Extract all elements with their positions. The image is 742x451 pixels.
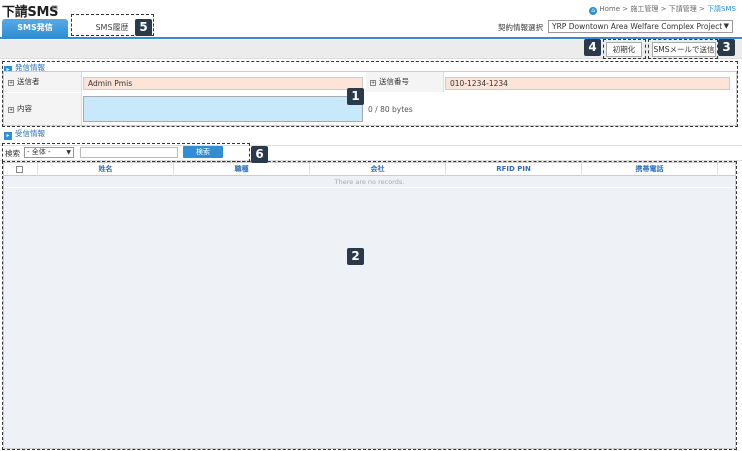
col-name[interactable]: 姓名 bbox=[38, 163, 174, 176]
badge-5: 5 bbox=[135, 19, 152, 36]
contract-select-label: 契約情報選択 bbox=[498, 23, 543, 32]
search-button[interactable]: 検索 bbox=[183, 146, 223, 158]
col-rfid[interactable]: RFID PIN bbox=[446, 163, 582, 176]
tab-sms-send[interactable]: SMS発信 bbox=[2, 19, 68, 37]
breadcrumb-current: 下請SMS bbox=[707, 5, 736, 13]
row-divider bbox=[4, 187, 735, 188]
send-sms-button[interactable]: SMSメールで送信 bbox=[652, 42, 716, 57]
contract-select[interactable]: YRP Downtown Area Welfare Complex Projec… bbox=[548, 20, 733, 33]
chevron-down-icon: ▼ bbox=[66, 149, 71, 156]
external-link-icon[interactable]: ⧉ bbox=[52, 3, 58, 13]
badge-2: 2 bbox=[347, 248, 364, 265]
col-job[interactable]: 職種 bbox=[174, 163, 310, 176]
receiver-section-heading: ▸ 受信情報 bbox=[4, 128, 45, 140]
byte-counter: 0 / 80 bytes bbox=[368, 105, 413, 114]
breadcrumb-home[interactable]: Home bbox=[599, 5, 620, 13]
breadcrumb-subcontract[interactable]: 下請管理 bbox=[669, 5, 697, 13]
sender-label: + 送信者 bbox=[4, 72, 82, 92]
col-company[interactable]: 会社 bbox=[310, 163, 446, 176]
expand-icon: + bbox=[8, 107, 14, 113]
content-textarea[interactable] bbox=[83, 96, 363, 122]
col-phone[interactable]: 携帯電話 bbox=[582, 163, 718, 176]
badge-6: 6 bbox=[251, 146, 268, 163]
empty-message: There are no records. bbox=[334, 178, 405, 186]
section-arrow-icon: ▸ bbox=[4, 132, 12, 140]
badge-3: 3 bbox=[718, 39, 735, 56]
expand-icon: + bbox=[8, 80, 14, 86]
badge-1: 1 bbox=[347, 88, 364, 105]
home-icon[interactable]: ⌂ bbox=[589, 7, 598, 15]
grid-header: 姓名 職種 会社 RFID PIN 携帯電話 bbox=[4, 163, 735, 176]
sender-field[interactable]: Admin Pmis bbox=[83, 77, 363, 90]
reset-button[interactable]: 初期化 bbox=[606, 42, 642, 57]
chevron-down-icon: ▼ bbox=[723, 22, 729, 30]
breadcrumb: ⌂ Home > 施工管理 > 下請管理 > 下請SMS bbox=[589, 4, 736, 15]
select-all-checkbox[interactable] bbox=[16, 166, 23, 173]
breadcrumb-construction[interactable]: 施工管理 bbox=[630, 5, 658, 13]
expand-icon: + bbox=[370, 80, 376, 86]
number-label: + 送信番号 bbox=[366, 72, 444, 92]
content-label: + 内容 bbox=[4, 93, 82, 125]
search-input[interactable] bbox=[80, 147, 178, 158]
badge-4: 4 bbox=[584, 39, 601, 56]
number-field[interactable]: 010-1234-1234 bbox=[445, 77, 730, 90]
page-title: 下請SMS bbox=[2, 5, 59, 20]
tab-underline bbox=[0, 37, 742, 39]
grid-header-check bbox=[4, 163, 38, 176]
recipient-grid: 姓名 職種 会社 RFID PIN 携帯電話 There are no reco… bbox=[3, 162, 736, 449]
search-label: 検索 bbox=[5, 149, 20, 158]
contract-select-value: YRP Downtown Area Welfare Complex Projec… bbox=[552, 22, 723, 31]
search-filter-select[interactable]: - 全体 - ▼ bbox=[24, 147, 74, 158]
